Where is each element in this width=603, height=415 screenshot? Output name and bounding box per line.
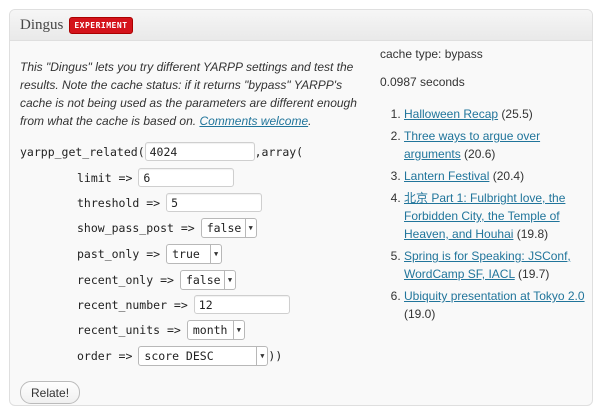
show-pass-post-value: false bbox=[206, 221, 242, 235]
related-post-score: (20.4) bbox=[492, 169, 525, 183]
chevron-down-icon: ▼ bbox=[223, 271, 235, 289]
param-recent-units: recent_units => month ▼ bbox=[77, 320, 245, 340]
related-post-score: (19.7) bbox=[518, 267, 550, 281]
show-pass-post-label: show_pass_post => bbox=[77, 221, 195, 235]
panel-title: Dingus bbox=[20, 16, 64, 33]
list-item: Spring is for Speaking: JSConf, WordCamp… bbox=[404, 247, 588, 283]
intro-tail: . bbox=[308, 114, 312, 128]
cache-status: cache type: bypass bbox=[380, 47, 483, 61]
call-close: )) bbox=[268, 349, 283, 363]
recent-number-label: recent_number => bbox=[77, 297, 188, 312]
function-name: yarpp_get_related( bbox=[20, 144, 145, 159]
post-id-input[interactable]: 4024 bbox=[144, 142, 255, 161]
order-value: score DESC bbox=[144, 349, 214, 363]
intro-text: This "Dingus" lets you try different YAR… bbox=[20, 58, 360, 130]
order-label: order => bbox=[77, 349, 133, 363]
chevron-down-icon: ▼ bbox=[232, 321, 244, 339]
list-item: Three ways to argue over arguments (20.6… bbox=[404, 127, 588, 163]
limit-input[interactable]: 6 bbox=[138, 168, 235, 187]
param-limit: limit => 6 bbox=[77, 168, 235, 187]
limit-label: limit => bbox=[77, 170, 133, 185]
param-recent-number: recent_number => 12 bbox=[77, 295, 290, 314]
recent-number-input[interactable]: 12 bbox=[193, 295, 290, 314]
related-post-link[interactable]: Lantern Festival bbox=[404, 169, 489, 183]
related-post-link[interactable]: Halloween Recap bbox=[404, 107, 498, 121]
related-post-score: (19.8) bbox=[516, 227, 549, 241]
array-open: ,array( bbox=[254, 144, 304, 159]
comments-welcome-link[interactable]: Comments welcome bbox=[199, 114, 308, 128]
chevron-down-icon: ▼ bbox=[210, 245, 221, 263]
recent-units-label: recent_units => bbox=[77, 323, 181, 337]
list-item: 北京 Part 1: Fulbright love, the Forbidden… bbox=[404, 189, 588, 243]
show-pass-post-select[interactable]: false ▼ bbox=[200, 218, 257, 238]
past-only-label: past_only => bbox=[77, 247, 161, 261]
related-post-score: (25.5) bbox=[501, 107, 533, 121]
dingus-panel: Dingus EXPERIMENT This "Dingus" lets you… bbox=[9, 9, 593, 406]
panel-header: Dingus EXPERIMENT bbox=[10, 10, 592, 41]
related-posts-list: Halloween Recap (25.5) Three ways to arg… bbox=[380, 105, 588, 327]
experiment-badge: EXPERIMENT bbox=[69, 16, 133, 34]
list-item: Lantern Festival (20.4) bbox=[404, 167, 588, 185]
recent-only-select[interactable]: false ▼ bbox=[179, 270, 236, 290]
call-line: yarpp_get_related( 4024 ,array( bbox=[20, 142, 303, 161]
chevron-down-icon: ▼ bbox=[256, 347, 267, 365]
param-recent-only: recent_only => false ▼ bbox=[77, 270, 236, 290]
order-select[interactable]: score DESC ▼ bbox=[138, 346, 269, 366]
related-post-link[interactable]: Ubiquity presentation at Tokyo 2.0 bbox=[404, 289, 585, 303]
param-order: order => score DESC ▼ )) bbox=[77, 346, 282, 366]
past-only-select[interactable]: true ▼ bbox=[166, 244, 223, 264]
settings-column: This "Dingus" lets you try different YAR… bbox=[20, 41, 370, 130]
panel-body: This "Dingus" lets you try different YAR… bbox=[10, 41, 592, 405]
past-only-value: true bbox=[172, 247, 200, 261]
param-show-pass-post: show_pass_post => false ▼ bbox=[77, 218, 257, 238]
recent-only-value: false bbox=[185, 273, 221, 287]
param-threshold: threshold => 5 bbox=[77, 193, 263, 212]
elapsed-time: 0.0987 seconds bbox=[380, 75, 465, 89]
relate-button[interactable]: Relate! bbox=[20, 381, 81, 404]
recent-only-label: recent_only => bbox=[77, 273, 174, 287]
chevron-down-icon: ▼ bbox=[244, 219, 256, 237]
list-item: Halloween Recap (25.5) bbox=[404, 105, 588, 123]
recent-units-value: month bbox=[192, 323, 228, 337]
related-post-score: (20.6) bbox=[464, 147, 496, 161]
threshold-label: threshold => bbox=[77, 195, 161, 210]
threshold-input[interactable]: 5 bbox=[166, 193, 263, 212]
recent-units-select[interactable]: month ▼ bbox=[186, 320, 245, 340]
related-post-score: (19.0) bbox=[404, 307, 436, 321]
list-item: Ubiquity presentation at Tokyo 2.0 (19.0… bbox=[404, 287, 588, 323]
param-past-only: past_only => true ▼ bbox=[77, 244, 223, 264]
